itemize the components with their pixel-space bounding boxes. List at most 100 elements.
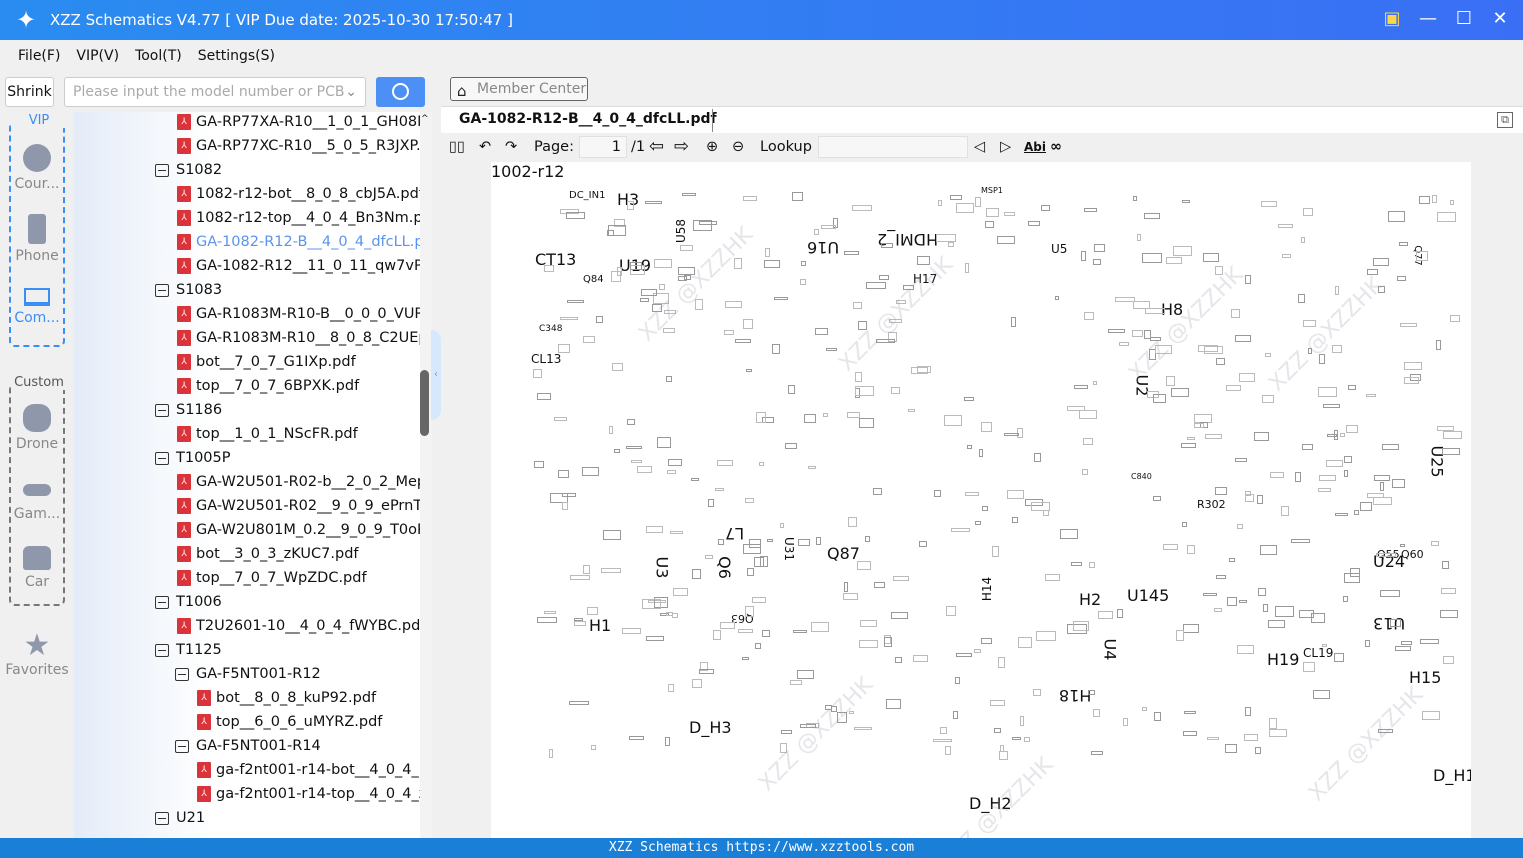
menu-vip[interactable]: VIP(V) <box>76 48 119 64</box>
component-footprint <box>1165 376 1176 387</box>
component-footprint <box>1299 610 1315 619</box>
collapse-icon[interactable] <box>155 595 169 609</box>
nav-car[interactable]: Car <box>0 546 74 590</box>
component-footprint <box>667 684 674 692</box>
find-prev-icon[interactable]: ◁ <box>974 137 985 157</box>
collapse-icon[interactable] <box>175 739 189 753</box>
tree-group[interactable]: T1006 <box>155 590 222 614</box>
component-footprint <box>792 629 808 634</box>
component-footprint <box>1439 609 1459 619</box>
tree-file[interactable]: ⅄ T2U2601-10__4_0_4_fWYBC.pdf <box>177 614 420 638</box>
tree-file[interactable]: ⅄ GA-W2U501-R02__9_0_9_ePrnT.pdf <box>177 494 420 518</box>
find-next-icon[interactable]: ▷ <box>1000 137 1011 157</box>
schematic-canvas[interactable]: 1002-r12 DC_IN1 H3 U58 CT13 U19 U16 HDMI_2 H8 U2… <box>491 162 1471 838</box>
menu-tool[interactable]: Tool(T) <box>135 48 182 64</box>
component-footprint <box>1373 475 1390 481</box>
nav-games[interactable]: Gam... <box>0 484 74 522</box>
tree-group[interactable]: GA-F5NT001-R14 <box>175 734 321 758</box>
tree-scrollbar[interactable]: ^ <box>420 112 432 838</box>
component-label: U145 <box>1127 586 1170 605</box>
nav-courses[interactable]: Cour... <box>0 144 74 192</box>
tree-file[interactable]: ⅄ top__7_0_7_WpZDC.pdf <box>177 566 367 590</box>
component-label: U3 <box>652 556 672 579</box>
prev-page-icon[interactable]: ⇦ <box>649 137 664 157</box>
component-footprint <box>1419 639 1439 645</box>
tree-file[interactable]: ⅄ GA-RP77XA-R10__1_0_1_GH08N.pdf <box>177 112 420 134</box>
menu-settings[interactable]: Settings(S) <box>198 48 275 64</box>
collapse-icon[interactable] <box>175 667 189 681</box>
member-center-button[interactable]: ⌂ Member Center <box>450 77 588 101</box>
search-button[interactable] <box>376 77 425 107</box>
component-footprint <box>893 576 909 582</box>
component-footprint <box>558 344 570 353</box>
tree-group[interactable]: U21 <box>155 806 205 830</box>
component-footprint <box>628 735 645 741</box>
nav-drone[interactable]: Drone <box>0 404 74 452</box>
tab-document[interactable]: GA-1082-R12-B__4_0_4_dfcLL.pdf <box>459 111 717 127</box>
component-footprint <box>608 426 613 435</box>
tree-file[interactable]: ⅄ GA-W2U501-R02-b__2_0_2_MepE <box>177 470 420 494</box>
scrollbar-thumb[interactable] <box>420 370 429 436</box>
close-button[interactable]: ✕ <box>1489 8 1511 29</box>
tree-file[interactable]: ⅄ GA-R1083M-R10__8_0_8_C2UEp.pdf <box>177 326 420 350</box>
tree-file[interactable]: ⅄ 1082-r12-bot__8_0_8_cbJ5A.pdf <box>177 182 420 206</box>
close-tab-icon[interactable]: ⧉ <box>1497 112 1513 128</box>
page-input[interactable]: 1 <box>579 136 627 158</box>
shrink-button[interactable]: Shrink <box>5 77 54 107</box>
tree-group[interactable]: T1005P <box>155 446 231 470</box>
component-footprint <box>1181 199 1190 204</box>
vip-bag-icon[interactable]: ▣ <box>1381 8 1403 29</box>
tree-file[interactable]: ⅄ ga-f2nt001-r14-top__4_0_4_z6 <box>197 782 420 806</box>
zoom-out-icon[interactable]: ⊖ <box>732 137 744 157</box>
tree-file[interactable]: ⅄ top__1_0_1_NScFR.pdf <box>177 422 358 446</box>
tree-file[interactable]: ⅄ bot__3_0_3_zKUC7.pdf <box>177 542 359 566</box>
minimize-button[interactable]: — <box>1417 8 1439 29</box>
next-page-icon[interactable]: ⇨ <box>674 137 689 157</box>
rotate-left-icon[interactable]: ↶ <box>479 137 491 157</box>
chevron-down-icon[interactable]: ⌄ <box>345 78 357 106</box>
binoculars-icon[interactable]: ∞ <box>1050 137 1062 157</box>
component-footprint <box>1215 357 1225 365</box>
two-page-icon[interactable]: ▯▯ <box>449 137 465 157</box>
tree-group[interactable]: S1082 <box>155 158 222 182</box>
nav-favorites[interactable]: ★ Favorites <box>0 630 74 679</box>
tree-group[interactable]: T1125 <box>155 638 222 662</box>
maximize-button[interactable]: ☐ <box>1453 8 1475 29</box>
collapse-icon[interactable] <box>155 643 169 657</box>
collapse-panel-handle[interactable]: ‹ <box>431 330 441 420</box>
component-footprint <box>1073 621 1089 631</box>
tree-file[interactable]: ⅄ top__6_0_6_uMYRZ.pdf <box>197 710 382 734</box>
tree-group[interactable]: S1186 <box>155 398 222 422</box>
pdf-file-icon: ⅄ <box>177 138 191 154</box>
tree-file[interactable]: ⅄ GA-1082-R12__11_0_11_qw7vP.pdf <box>177 254 420 278</box>
rotate-right-icon[interactable]: ↷ <box>505 137 517 157</box>
tree-group[interactable]: S1083 <box>155 278 222 302</box>
model-search-input[interactable]: Please input the model number or PCB ⌄ <box>64 77 366 107</box>
component-footprint <box>1234 457 1247 462</box>
component-footprint <box>1396 276 1406 282</box>
tree-file[interactable]: ⅄ bot__8_0_8_kuP92.pdf <box>197 686 376 710</box>
tree-file[interactable]: ⅄ ga-f2nt001-r14-bot__4_0_4_EE <box>197 758 420 782</box>
match-case-icon[interactable]: Abi <box>1024 137 1046 157</box>
tree-file[interactable]: ⅄ GA-R1083M-R10-B__0_0_0_VURX <box>177 302 420 326</box>
collapse-icon[interactable] <box>155 283 169 297</box>
zoom-in-icon[interactable]: ⊕ <box>706 137 718 157</box>
tree-file[interactable]: ⅄ bot__7_0_7_G1IXp.pdf <box>177 350 356 374</box>
component-footprint <box>1203 252 1220 262</box>
collapse-icon[interactable] <box>155 451 169 465</box>
collapse-icon[interactable] <box>155 403 169 417</box>
nav-computer[interactable]: Com... <box>0 288 74 326</box>
collapse-icon[interactable] <box>155 811 169 825</box>
tree-file[interactable]: ⅄ GA-W2U801M_0.2__9_0_9_T0oPA <box>177 518 420 542</box>
tree-file[interactable]: ⅄ GA-1082-R12-B__4_0_4_dfcLL.pdf <box>177 230 420 254</box>
scroll-up-icon[interactable]: ^ <box>421 114 429 124</box>
lookup-input[interactable] <box>818 136 968 158</box>
menu-file[interactable]: File(F) <box>18 48 60 64</box>
tree-file[interactable]: ⅄ 1082-r12-top__4_0_4_Bn3Nm.pdf <box>177 206 420 230</box>
component-footprint <box>781 729 793 735</box>
nav-phone[interactable]: Phone <box>0 214 74 264</box>
tree-group[interactable]: GA-F5NT001-R12 <box>175 662 321 686</box>
tree-file[interactable]: ⅄ GA-RP77XC-R10__5_0_5_R3JXP.pdf <box>177 134 420 158</box>
collapse-icon[interactable] <box>155 163 169 177</box>
tree-file[interactable]: ⅄ top__7_0_7_6BPXK.pdf <box>177 374 359 398</box>
